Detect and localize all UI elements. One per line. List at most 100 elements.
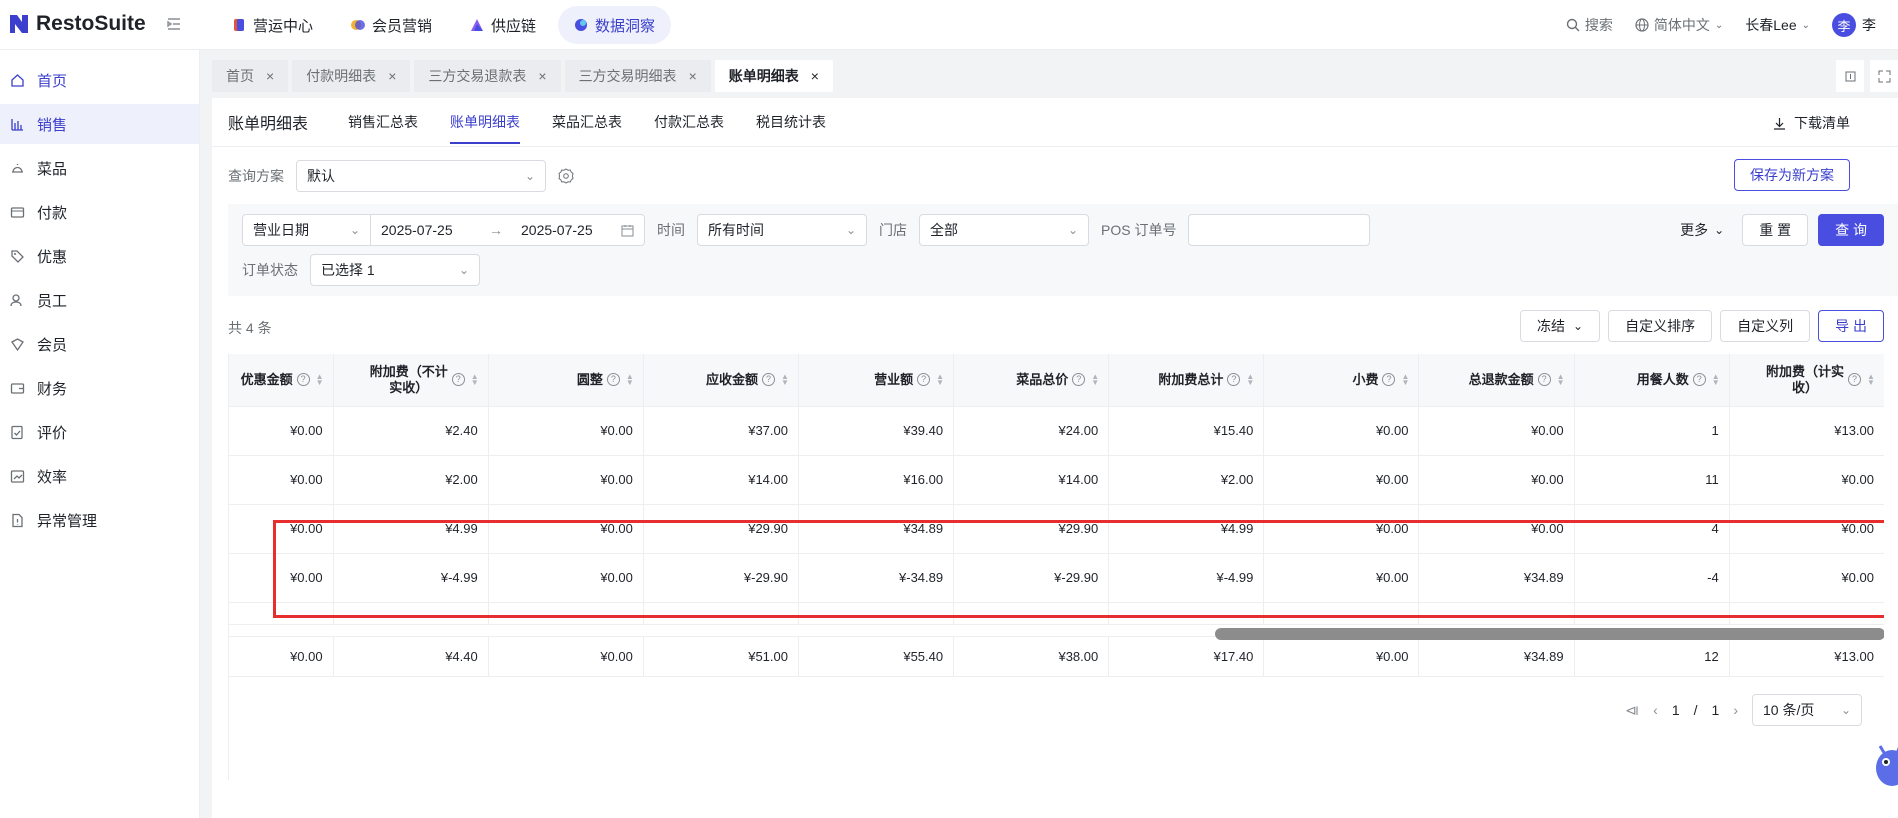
close-icon[interactable]: × <box>689 68 697 84</box>
sort-icon[interactable]: ▲ ▼ <box>936 372 944 386</box>
help-icon[interactable]: ? <box>296 373 310 387</box>
topnav-data-insight[interactable]: 数据洞察 <box>558 6 672 44</box>
help-icon[interactable]: ? <box>1382 373 1396 387</box>
pin-button[interactable] <box>1836 60 1864 92</box>
column-header[interactable]: 用餐人数? ▲ ▼ <box>1574 354 1730 407</box>
close-icon[interactable]: × <box>538 68 546 84</box>
export-button[interactable]: 导 出 <box>1818 310 1884 342</box>
brand-logo[interactable]: RestoSuite <box>8 12 146 36</box>
scheme-select[interactable]: 默认 ⌄ <box>296 160 546 192</box>
sidebar-item-discount[interactable]: 优惠 <box>0 236 199 276</box>
freeze-button[interactable]: 冻结 ⌄ <box>1520 310 1601 342</box>
column-header[interactable]: 小费? ▲ ▼ <box>1263 354 1420 407</box>
sort-icon[interactable]: ▲ ▼ <box>626 372 634 386</box>
table-cell: ¥0.00 <box>1418 455 1575 505</box>
calendar-icon[interactable] <box>621 224 634 237</box>
current-page[interactable]: 1 <box>1672 702 1680 718</box>
sidebar-item-efficiency[interactable]: 效率 <box>0 456 199 496</box>
next-page-icon[interactable]: › <box>1733 702 1738 718</box>
column-header[interactable]: 应收金额? ▲ ▼ <box>643 354 799 407</box>
collapse-sidebar-icon[interactable] <box>166 16 182 32</box>
fullscreen-button[interactable] <box>1870 60 1898 92</box>
first-page-icon[interactable]: ⧏ <box>1625 702 1639 719</box>
sidebar-item-members[interactable]: 会员 <box>0 324 199 364</box>
tab-bill-detail[interactable]: 账单明细表 × <box>714 60 833 92</box>
download-list-button[interactable]: 下载清单 <box>1773 113 1850 133</box>
help-icon[interactable]: ? <box>917 373 931 387</box>
user-menu[interactable]: 李 李 <box>1832 13 1876 37</box>
sort-icon[interactable]: ▲ ▼ <box>1401 372 1409 386</box>
close-icon[interactable]: × <box>266 68 274 84</box>
sort-icon[interactable]: ▲ ▼ <box>781 372 789 386</box>
sort-icon[interactable]: ▲ ▼ <box>316 372 324 386</box>
help-icon[interactable]: ? <box>451 373 465 387</box>
sidebar-item-dishes[interactable]: 菜品 <box>0 148 199 188</box>
help-icon[interactable]: ? <box>1227 373 1241 387</box>
tab-home[interactable]: 首页 × <box>212 60 289 92</box>
column-header[interactable]: 圆整? ▲ ▼ <box>488 354 644 407</box>
pos-order-input[interactable] <box>1188 214 1371 246</box>
date-end-input[interactable]: 2025-07-25 <box>511 222 621 238</box>
topnav-supply-chain[interactable]: 供应链 <box>454 6 552 44</box>
more-filters-button[interactable]: 更多 ⌄ <box>1680 220 1724 240</box>
sort-icon[interactable]: ▲ ▼ <box>1557 372 1565 386</box>
subtab-sales-summary[interactable]: 销售汇总表 <box>348 98 418 146</box>
custom-sort-button[interactable]: 自定义排序 <box>1608 310 1713 342</box>
language-select[interactable]: 简体中文 ⌄ <box>1635 15 1723 35</box>
column-header[interactable]: 附加费（不计 实收）? ▲ ▼ <box>333 354 489 407</box>
tab-third-party-refund[interactable]: 三方交易退款表 × <box>414 60 561 92</box>
search-button[interactable]: 搜索 <box>1566 15 1613 35</box>
help-icon[interactable]: ? <box>606 373 620 387</box>
sidebar-item-exceptions[interactable]: 异常管理 <box>0 500 199 540</box>
reset-button[interactable]: 重 置 <box>1742 214 1809 246</box>
save-new-scheme-button[interactable]: 保存为新方案 <box>1734 159 1850 191</box>
subtab-tax-stats[interactable]: 税目统计表 <box>756 98 826 146</box>
order-status-select[interactable]: 已选择 1 ⌄ <box>310 254 480 286</box>
sort-icon[interactable]: ▲ ▼ <box>1867 372 1875 386</box>
sidebar-item-reviews[interactable]: 评价 <box>0 412 199 452</box>
close-icon[interactable]: × <box>811 68 819 84</box>
assistant-mascot-icon[interactable] <box>1870 738 1898 788</box>
close-icon[interactable]: × <box>388 68 396 84</box>
column-header[interactable]: 菜品总价? ▲ ▼ <box>953 354 1110 407</box>
topnav-member-marketing[interactable]: 会员营销 <box>335 6 448 44</box>
subtab-bill-detail[interactable]: 账单明细表 <box>450 98 521 146</box>
custom-columns-button[interactable]: 自定义列 <box>1720 310 1811 342</box>
tab-payment-detail[interactable]: 付款明细表 × <box>292 60 411 92</box>
sidebar-item-finance[interactable]: 财务 <box>0 368 199 408</box>
settings-gear-icon[interactable] <box>558 168 574 184</box>
date-start-input[interactable]: 2025-07-25 <box>371 222 481 238</box>
subtab-dish-summary[interactable]: 菜品汇总表 <box>552 98 622 146</box>
query-button[interactable]: 查 询 <box>1818 214 1884 246</box>
horizontal-scrollbar[interactable] <box>1215 628 1884 640</box>
sort-icon[interactable]: ▲ ▼ <box>1712 372 1720 386</box>
sidebar-item-payment[interactable]: 付款 <box>0 192 199 232</box>
column-header[interactable]: 优惠金额? ▲ ▼ <box>229 354 334 407</box>
store-filter-select[interactable]: 全部 ⌄ <box>919 214 1089 246</box>
help-icon[interactable]: ? <box>1692 373 1706 387</box>
help-icon[interactable]: ? <box>761 373 775 387</box>
column-header-content: 营业额? ▲ ▼ <box>809 372 944 388</box>
store-select[interactable]: 长春Lee ⌄ <box>1745 15 1810 35</box>
sidebar-item-home[interactable]: 首页 <box>0 60 199 100</box>
sidebar-item-sales[interactable]: 销售 <box>0 104 199 144</box>
time-select[interactable]: 所有时间 ⌄ <box>697 214 867 246</box>
sort-icon[interactable]: ▲ ▼ <box>1246 372 1254 386</box>
sort-icon[interactable]: ▲ ▼ <box>471 372 479 386</box>
sidebar-item-staff[interactable]: 员工 <box>0 280 199 320</box>
column-header[interactable]: 营业额? ▲ ▼ <box>798 354 955 407</box>
table-header-row: 优惠金额? ▲ ▼ 附加费（不计 实收）? ▲ ▼ 圆整? ▲ ▼ 应收金额? ▲ ▼ 营业额? ▲ ▼ 菜品总… <box>229 354 1884 407</box>
help-icon[interactable]: ? <box>1848 373 1861 387</box>
column-header[interactable]: 附加费总计? ▲ ▼ <box>1108 354 1265 407</box>
topnav-operations[interactable]: 营运中心 <box>216 6 329 44</box>
sort-icon[interactable]: ▲ ▼ <box>1091 372 1099 386</box>
column-header[interactable]: 总退款金额? ▲ ▼ <box>1418 354 1575 407</box>
help-icon[interactable]: ? <box>1072 373 1086 387</box>
prev-page-icon[interactable]: ‹ <box>1653 702 1658 718</box>
help-icon[interactable]: ? <box>1537 373 1551 387</box>
subtab-payment-summary[interactable]: 付款汇总表 <box>654 98 724 146</box>
column-header[interactable]: 附加费（计实 收）? ▲ ▼ <box>1729 354 1884 407</box>
tab-third-party-detail[interactable]: 三方交易明细表 × <box>564 60 711 92</box>
page-size-select[interactable]: 10 条/页 ⌄ <box>1752 694 1862 726</box>
date-type-select[interactable]: 营业日期 ⌄ <box>243 215 371 245</box>
